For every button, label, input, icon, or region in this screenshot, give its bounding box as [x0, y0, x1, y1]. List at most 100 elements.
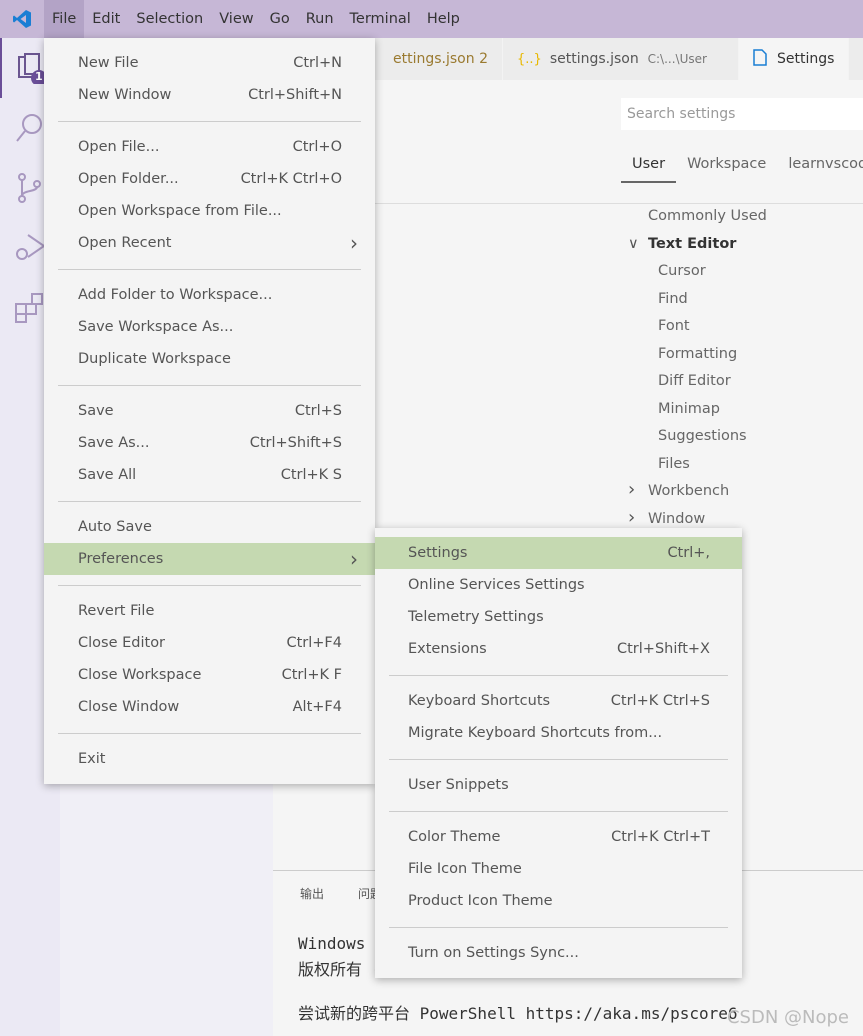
toc-item-font[interactable]: Font — [658, 318, 690, 334]
panel-tab-output[interactable]: 输出 — [300, 885, 324, 902]
toc-item-minimap[interactable]: Minimap — [658, 401, 720, 417]
menu-item-color-theme[interactable]: Color Theme Ctrl+K Ctrl+T — [375, 821, 742, 853]
menu-item-label: Auto Save — [78, 519, 152, 535]
menu-item-open-workspace-from-file[interactable]: Open Workspace from File... — [44, 195, 375, 227]
menu-item-open-recent[interactable]: Open Recent › — [44, 227, 375, 259]
menu-item-save-as[interactable]: Save As... Ctrl+Shift+S — [44, 427, 375, 459]
menu-item-label: Close Editor — [78, 635, 166, 651]
menu-view[interactable]: View — [211, 0, 261, 38]
menu-separator — [375, 749, 742, 769]
menu-item-label: Telemetry Settings — [408, 609, 544, 625]
menu-item-open-file[interactable]: Open File... Ctrl+O — [44, 131, 375, 163]
extensions-icon[interactable] — [14, 292, 46, 324]
toc-item-formatting[interactable]: Formatting — [658, 346, 737, 362]
toc-item-text-editor[interactable]: ∨ Text Editor — [628, 235, 737, 252]
menu-item-close-editor[interactable]: Close Editor Ctrl+F4 — [44, 627, 375, 659]
menu-item-open-folder[interactable]: Open Folder... Ctrl+K Ctrl+O — [44, 163, 375, 195]
menu-selection[interactable]: Selection — [128, 0, 211, 38]
menu-item-turn-on-settings-sync[interactable]: Turn on Settings Sync... — [375, 937, 742, 969]
menu-item-label: Settings — [408, 545, 468, 561]
menu-item-shortcut: Ctrl+K S — [280, 467, 342, 483]
menu-item-shortcut: Ctrl+, — [667, 545, 710, 561]
menu-item-label: Extensions — [408, 641, 487, 657]
menu-item-shortcut: Ctrl+Shift+N — [248, 87, 342, 103]
toc-item-diff-editor[interactable]: Diff Editor — [658, 373, 731, 389]
menu-item-preferences[interactable]: Preferences › — [44, 543, 375, 575]
toc-item-files[interactable]: Files — [658, 456, 690, 472]
menu-separator — [44, 575, 375, 595]
menu-item-auto-save[interactable]: Auto Save — [44, 511, 375, 543]
vscode-logo-icon — [0, 0, 44, 38]
menu-item-user-snippets[interactable]: User Snippets — [375, 769, 742, 801]
menu-item-new-file[interactable]: New File Ctrl+N — [44, 47, 375, 79]
search-icon[interactable] — [14, 112, 46, 144]
menu-item-shortcut: Ctrl+Shift+X — [617, 641, 710, 657]
menu-item-add-folder-to-workspace[interactable]: Add Folder to Workspace... — [44, 279, 375, 311]
menu-separator — [44, 111, 375, 131]
menu-separator — [44, 375, 375, 395]
menu-item-label: Add Folder to Workspace... — [78, 287, 273, 303]
toc-label: Files — [658, 455, 690, 472]
menu-separator — [44, 723, 375, 743]
menu-terminal[interactable]: Terminal — [342, 0, 419, 38]
explorer-icon[interactable]: 1 — [14, 52, 47, 86]
toc-label: Font — [658, 318, 690, 334]
tab-settings-json-user[interactable]: {..} settings.json C:\...\User — [503, 38, 739, 80]
toc-item-workbench[interactable]: › Workbench — [628, 479, 729, 500]
menu-item-save[interactable]: Save Ctrl+S — [44, 395, 375, 427]
menu-item-label: Turn on Settings Sync... — [408, 945, 579, 961]
menu-item-close-window[interactable]: Close Window Alt+F4 — [44, 691, 375, 723]
menu-item-online-services-settings[interactable]: Online Services Settings — [375, 569, 742, 601]
menu-file[interactable]: File — [44, 0, 85, 38]
toc-label: Text Editor — [648, 235, 737, 252]
menu-item-file-icon-theme[interactable]: File Icon Theme — [375, 853, 742, 885]
menu-edit[interactable]: Edit — [84, 0, 128, 38]
toc-label: Diff Editor — [658, 373, 731, 389]
toc-item-find[interactable]: Find — [658, 291, 688, 307]
toc-label: Suggestions — [658, 428, 747, 444]
toc-item-suggestions[interactable]: Suggestions — [658, 428, 747, 444]
menu-item-duplicate-workspace[interactable]: Duplicate Workspace — [44, 343, 375, 375]
menu-item-label: Open Recent — [78, 235, 172, 251]
scope-tab-user[interactable]: User — [621, 150, 677, 183]
menu-item-label: Exit — [78, 751, 106, 767]
menu-item-shortcut: Ctrl+F4 — [286, 635, 342, 651]
menu-item-migrate-keyboard-shortcuts-from[interactable]: Migrate Keyboard Shortcuts from... — [375, 717, 742, 749]
menu-item-label: Open Workspace from File... — [78, 203, 282, 219]
menu-item-shortcut: Ctrl+S — [294, 403, 342, 419]
menu-run[interactable]: Run — [298, 0, 342, 38]
menu-item-label: New Window — [78, 87, 172, 103]
menu-item-label: Close Workspace — [78, 667, 202, 683]
menu-item-settings[interactable]: Settings Ctrl+, — [375, 537, 742, 569]
tab-settings[interactable]: Settings — [739, 38, 850, 80]
json-icon: {..} — [517, 51, 542, 67]
toc-item-window[interactable]: › Window — [628, 507, 705, 528]
run-debug-icon[interactable] — [14, 232, 46, 264]
toc-label: Cursor — [658, 263, 706, 279]
menu-item-product-icon-theme[interactable]: Product Icon Theme — [375, 885, 742, 917]
terminal-line: Windows — [298, 934, 366, 953]
menu-go[interactable]: Go — [262, 0, 298, 38]
toc-label: Commonly Used — [648, 208, 767, 224]
menu-item-revert-file[interactable]: Revert File — [44, 595, 375, 627]
scope-tab-learnvscode[interactable]: learnvscode — [777, 150, 863, 183]
menu-help[interactable]: Help — [419, 0, 468, 38]
menu-item-close-workspace[interactable]: Close Workspace Ctrl+K F — [44, 659, 375, 691]
toc-item-commonly-used[interactable]: Commonly Used — [648, 208, 767, 224]
menu-item-save-workspace-as[interactable]: Save Workspace As... — [44, 311, 375, 343]
menu-item-save-all[interactable]: Save All Ctrl+K S — [44, 459, 375, 491]
search-settings-input[interactable]: Search settings — [621, 98, 863, 130]
source-control-icon[interactable] — [14, 172, 46, 204]
menu-item-shortcut: Alt+F4 — [292, 699, 342, 715]
menu-item-label: Migrate Keyboard Shortcuts from... — [408, 725, 663, 741]
toc-item-cursor[interactable]: Cursor — [658, 263, 706, 279]
menu-item-keyboard-shortcuts[interactable]: Keyboard Shortcuts Ctrl+K Ctrl+S — [375, 685, 742, 717]
scope-tab-workspace[interactable]: Workspace — [676, 150, 777, 183]
menu-separator — [375, 917, 742, 937]
menu-item-label: User Snippets — [408, 777, 509, 793]
menu-item-extensions[interactable]: Extensions Ctrl+Shift+X — [375, 633, 742, 665]
menu-item-telemetry-settings[interactable]: Telemetry Settings — [375, 601, 742, 633]
menu-item-new-window[interactable]: New Window Ctrl+Shift+N — [44, 79, 375, 111]
menu-item-exit[interactable]: Exit — [44, 743, 375, 775]
menu-item-label: Save — [78, 403, 114, 419]
